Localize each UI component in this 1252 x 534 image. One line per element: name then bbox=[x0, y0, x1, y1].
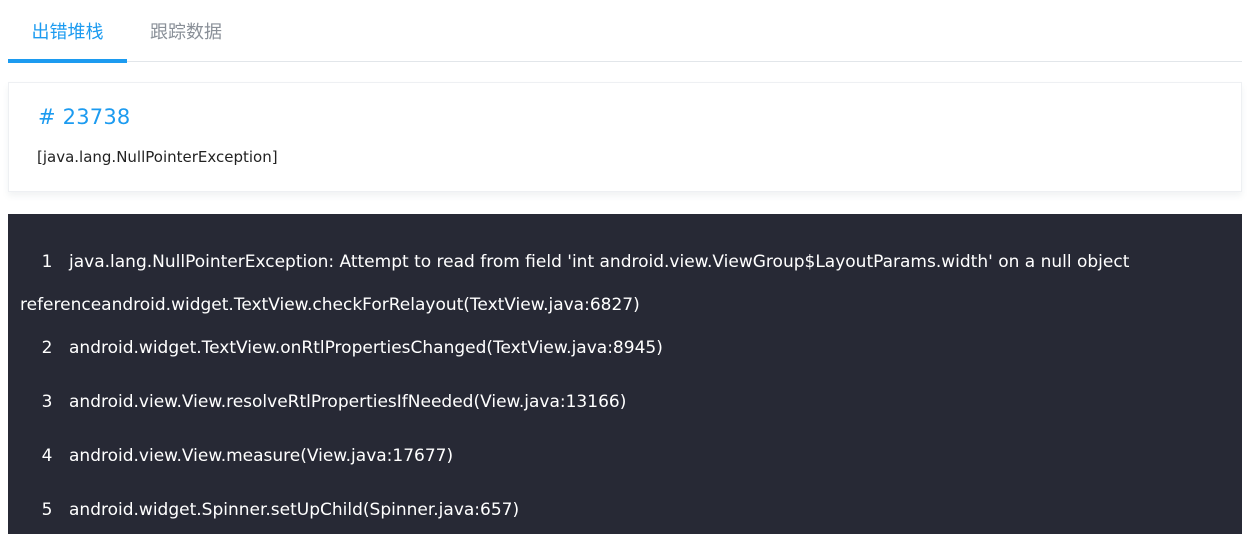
stack-line-text: android.view.View.measure(View.java:1767… bbox=[69, 446, 454, 466]
tab-stack-trace[interactable]: 出错堆栈 bbox=[8, 0, 127, 63]
stack-line-number: 2 bbox=[41, 338, 53, 358]
stack-line-text: android.widget.Spinner.setUpChild(Spinne… bbox=[69, 500, 520, 520]
stack-line-text: android.view.View.resolveRtlPropertiesIf… bbox=[69, 392, 627, 412]
tab-bar: 出错堆栈 跟踪数据 bbox=[8, 0, 1242, 63]
stack-line-text: java.lang.NullPointerException: Attempt … bbox=[69, 252, 1130, 272]
stack-line-text: android.widget.TextView.onRtlPropertiesC… bbox=[69, 338, 663, 358]
stack-line-number: 4 bbox=[41, 446, 53, 466]
stack-line-number: 3 bbox=[41, 392, 53, 412]
stack-line-number: 1 bbox=[41, 252, 53, 272]
stack-line-number: 5 bbox=[41, 500, 53, 520]
stack-trace-panel: 1 java.lang.NullPointerException: Attemp… bbox=[8, 214, 1242, 534]
tab-trace-data[interactable]: 跟踪数据 bbox=[127, 0, 245, 62]
error-type: [java.lang.NullPointerException] bbox=[37, 148, 278, 166]
error-summary-card: # 23738 [java.lang.NullPointerException] bbox=[8, 82, 1242, 192]
error-id: # 23738 bbox=[38, 105, 131, 129]
stack-line-text: referenceandroid.widget.TextView.checkFo… bbox=[20, 295, 640, 315]
